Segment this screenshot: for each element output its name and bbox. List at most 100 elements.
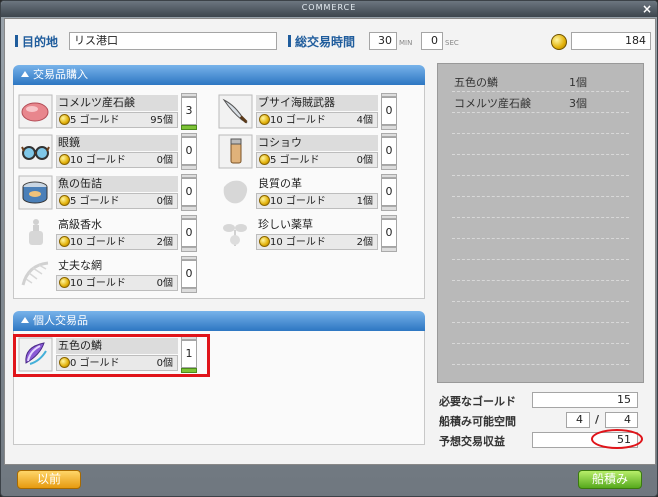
item-price: 10 ゴールド 2個 <box>56 234 178 250</box>
qty-field[interactable]: 0 <box>181 219 197 247</box>
qty-field[interactable]: 0 <box>181 178 197 206</box>
item-name: ブサイ海賊武器 <box>256 95 378 111</box>
personal-section-header: 個人交易品 <box>13 311 425 331</box>
item-perfume[interactable]: 高級香水 10 ゴールド 2個 0 <box>18 215 203 252</box>
gold-coin-icon <box>59 114 70 125</box>
cargo-panel: 五色の鱗 1個 コメルツ産石鹸 3個 <box>437 63 644 383</box>
load-cargo-button[interactable]: 船積み <box>578 470 642 489</box>
item-glasses[interactable]: 眼鏡 10 ゴールド 0個 0 <box>18 133 203 170</box>
required-gold-field: 15 <box>532 392 638 408</box>
gold-coin-icon <box>259 114 270 125</box>
soap-icon <box>18 94 53 129</box>
qty-down-button[interactable] <box>181 165 197 170</box>
divider <box>452 259 629 260</box>
qty-field[interactable]: 0 <box>381 178 397 206</box>
item-name: 丈夫な網 <box>58 259 102 272</box>
pepper-icon <box>218 134 253 169</box>
qty-field[interactable]: 0 <box>381 97 397 125</box>
minutes-field: 30 <box>369 32 397 50</box>
section-triangle-icon <box>21 71 29 77</box>
divider <box>452 154 629 155</box>
item-soap[interactable]: コメルツ産石鹸 5 ゴールド 95個 3 <box>18 93 203 130</box>
qty-down-button[interactable] <box>181 288 197 293</box>
close-icon[interactable]: × <box>641 3 653 15</box>
item-name: 高級香水 <box>58 218 102 231</box>
cargo-row: 五色の鱗 1個 <box>454 76 587 89</box>
divider <box>452 91 629 92</box>
divider <box>452 343 629 344</box>
qty-down-button[interactable] <box>181 206 197 211</box>
glasses-icon <box>18 134 53 169</box>
herb-icon <box>223 224 247 246</box>
item-net[interactable]: 丈夫な網 10 ゴールド 0個 0 <box>18 256 203 293</box>
divider <box>452 112 629 113</box>
item-price: 10 ゴールド 2個 <box>256 234 378 250</box>
title-bar[interactable]: COMMERCE × <box>1 1 657 17</box>
qty-field[interactable]: 0 <box>181 137 197 165</box>
space-used-field: 4 <box>566 412 590 428</box>
qty-field[interactable]: 0 <box>381 137 397 165</box>
item-name: コメルツ産石鹸 <box>56 95 178 111</box>
purchase-section-header: 交易品購入 <box>13 65 425 85</box>
profit-label: 予想交易収益 <box>439 435 505 448</box>
divider <box>452 280 629 281</box>
gold-coin-icon <box>259 195 270 206</box>
gold-coin-icon <box>59 236 70 247</box>
item-price: 10 ゴールド 1個 <box>256 193 378 209</box>
space-separator: / <box>595 413 600 426</box>
qty-down-button[interactable] <box>181 247 197 252</box>
divider <box>452 322 629 323</box>
gold-coin-icon <box>259 154 270 165</box>
item-price: 5 ゴールド 0個 <box>56 193 178 209</box>
item-price: 5 ゴールド 95個 <box>56 112 178 128</box>
destination-label: 目的地 <box>15 33 58 50</box>
item-name: コショウ <box>256 135 378 151</box>
seconds-field: 0 <box>421 32 443 50</box>
gold-coin-icon <box>59 195 70 206</box>
qty-down-button[interactable] <box>381 247 397 252</box>
cargo-row: コメルツ産石鹸 3個 <box>454 97 587 110</box>
highlight-annotation-box <box>13 334 210 377</box>
gold-coin-icon <box>59 154 70 165</box>
seconds-unit: SEC <box>445 39 459 47</box>
qty-field[interactable]: 0 <box>181 260 197 288</box>
space-label: 船積み可能空間 <box>439 415 516 428</box>
qty-field[interactable]: 0 <box>381 219 397 247</box>
gold-field: 184 <box>571 32 651 50</box>
space-total-field: 4 <box>605 412 638 428</box>
item-price: 10 ゴールド 0個 <box>56 275 178 291</box>
qty-down-button[interactable] <box>381 206 397 211</box>
item-name: 珍しい薬草 <box>258 218 313 231</box>
required-gold-label: 必要なゴールド <box>439 395 516 408</box>
item-price: 5 ゴールド 0個 <box>256 152 378 168</box>
profit-highlight-ellipse <box>591 429 643 449</box>
item-leather[interactable]: 良質の革 10 ゴールド 1個 0 <box>218 174 403 211</box>
qty-field[interactable]: 3 <box>181 97 197 125</box>
section-triangle-icon <box>21 317 29 323</box>
gold-coin-icon <box>59 277 70 288</box>
divider <box>452 364 629 365</box>
divider <box>452 175 629 176</box>
fish-can-icon <box>18 175 53 210</box>
divider <box>452 301 629 302</box>
sword-icon <box>218 94 253 129</box>
qty-down-button[interactable] <box>381 125 397 130</box>
qty-down-button[interactable] <box>181 125 197 130</box>
leather-icon <box>223 180 248 204</box>
minutes-unit: MIN <box>399 39 413 47</box>
item-herb[interactable]: 珍しい薬草 10 ゴールド 2個 0 <box>218 215 403 252</box>
total-time-label: 総交易時間 <box>288 33 355 50</box>
item-pirate-weapon[interactable]: ブサイ海賊武器 10 ゴールド 4個 0 <box>218 93 403 130</box>
gold-coin-icon <box>259 236 270 247</box>
divider <box>452 133 629 134</box>
item-price: 10 ゴールド 0個 <box>56 152 178 168</box>
item-fish-can[interactable]: 魚の缶詰 5 ゴールド 0個 0 <box>18 174 203 211</box>
divider <box>452 238 629 239</box>
window-title: COMMERCE <box>301 3 357 12</box>
item-name: 魚の缶詰 <box>56 176 178 192</box>
item-pepper[interactable]: コショウ 5 ゴールド 0個 0 <box>218 133 403 170</box>
net-icon <box>21 261 49 286</box>
qty-down-button[interactable] <box>381 165 397 170</box>
item-name: 眼鏡 <box>56 135 178 151</box>
prev-button[interactable]: 以前 <box>17 470 81 489</box>
